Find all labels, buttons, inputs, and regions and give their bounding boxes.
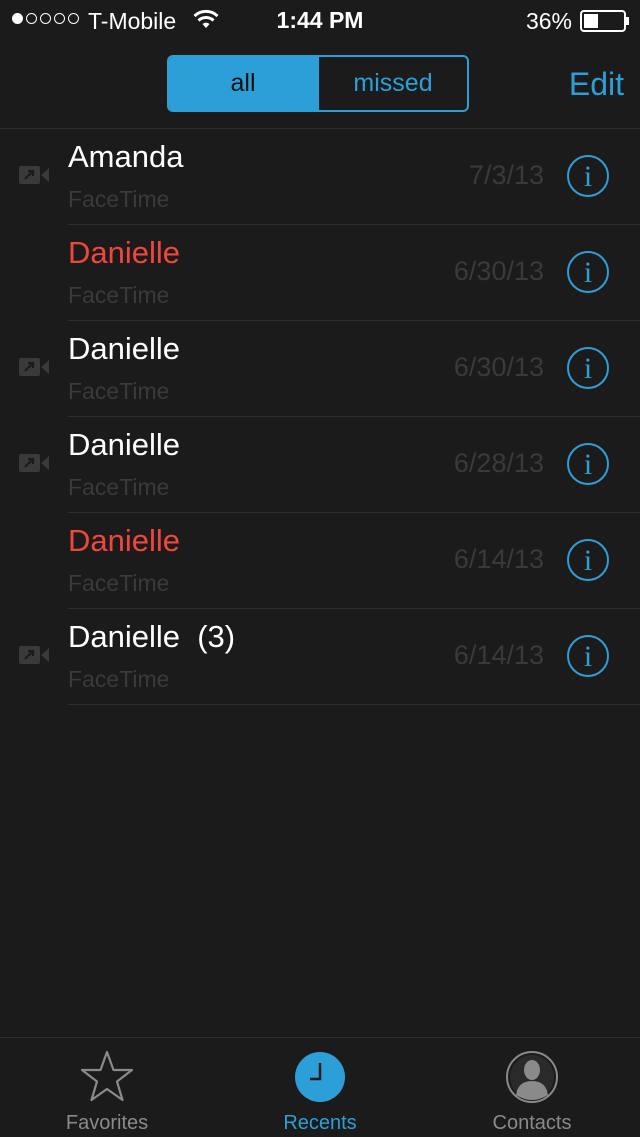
caller-name: Danielle [68,427,181,462]
tab-label: Favorites [65,1112,149,1134]
facetime-outgoing-icon [19,454,49,472]
tab-label: Recents [283,1112,357,1134]
info-button[interactable]: i [566,634,610,678]
clock-icon [295,1052,345,1102]
row-divider [68,704,640,705]
edit-button[interactable]: Edit [569,64,624,104]
info-button[interactable]: i [566,154,610,198]
tab-recents[interactable]: Recents [240,1038,400,1137]
call-row[interactable]: Danielle FaceTime 6/30/13 i [0,321,640,417]
info-button[interactable]: i [566,442,610,486]
battery-icon [580,10,629,32]
call-type: FaceTime [68,282,170,308]
caller-name: Amanda [68,139,184,174]
caller-name: Danielle [68,331,181,366]
facetime-outgoing-icon [19,358,49,376]
caller-name: Danielle [68,235,181,270]
recent-calls-list: Amanda FaceTime 7/3/13 i Danielle FaceTi… [0,129,640,705]
tab-bar: Favorites Recents Contacts [0,1037,640,1137]
svg-text:i: i [584,352,592,385]
call-type: FaceTime [68,186,170,212]
call-date: 6/14/13 [453,640,544,670]
svg-text:i: i [584,160,592,193]
svg-text:i: i [584,640,592,673]
call-date: 6/30/13 [453,256,544,286]
caller-name: Danielle (3) [68,619,236,654]
tab-contacts[interactable]: Contacts [452,1038,612,1137]
svg-text:i: i [584,544,592,577]
call-date: 6/14/13 [453,544,544,574]
contact-silhouette-icon [506,1051,558,1103]
battery-percentage: 36% [525,8,572,34]
call-row[interactable]: Danielle FaceTime 6/30/13 i [0,225,640,321]
caller-name: Danielle [68,523,181,558]
call-type: FaceTime [68,570,170,596]
call-date: 6/28/13 [453,448,544,478]
status-bar: T-Mobile 1:44 PM 36% [0,0,640,40]
facetime-outgoing-icon [19,166,49,184]
call-row[interactable]: Danielle (3) FaceTime 6/14/13 i [0,609,640,705]
tab-label: Contacts [492,1112,572,1134]
segment-all[interactable]: all [169,57,317,110]
tab-favorites[interactable]: Favorites [27,1038,187,1137]
segment-missed[interactable]: missed [317,57,467,110]
svg-text:i: i [584,256,592,289]
info-button[interactable]: i [566,538,610,582]
call-type: FaceTime [68,378,170,404]
call-type: FaceTime [68,666,170,692]
svg-text:i: i [584,448,592,481]
recents-filter-segmented-control: all missed [167,55,469,112]
info-button[interactable]: i [566,250,610,294]
call-row[interactable]: Danielle FaceTime 6/28/13 i [0,417,640,513]
call-row[interactable]: Danielle FaceTime 6/14/13 i [0,513,640,609]
star-icon [80,1050,134,1102]
call-date: 7/3/13 [468,160,544,190]
call-date: 6/30/13 [453,352,544,382]
facetime-outgoing-icon [19,646,49,664]
call-type: FaceTime [68,474,170,500]
call-row[interactable]: Amanda FaceTime 7/3/13 i [0,129,640,225]
info-button[interactable]: i [566,346,610,390]
